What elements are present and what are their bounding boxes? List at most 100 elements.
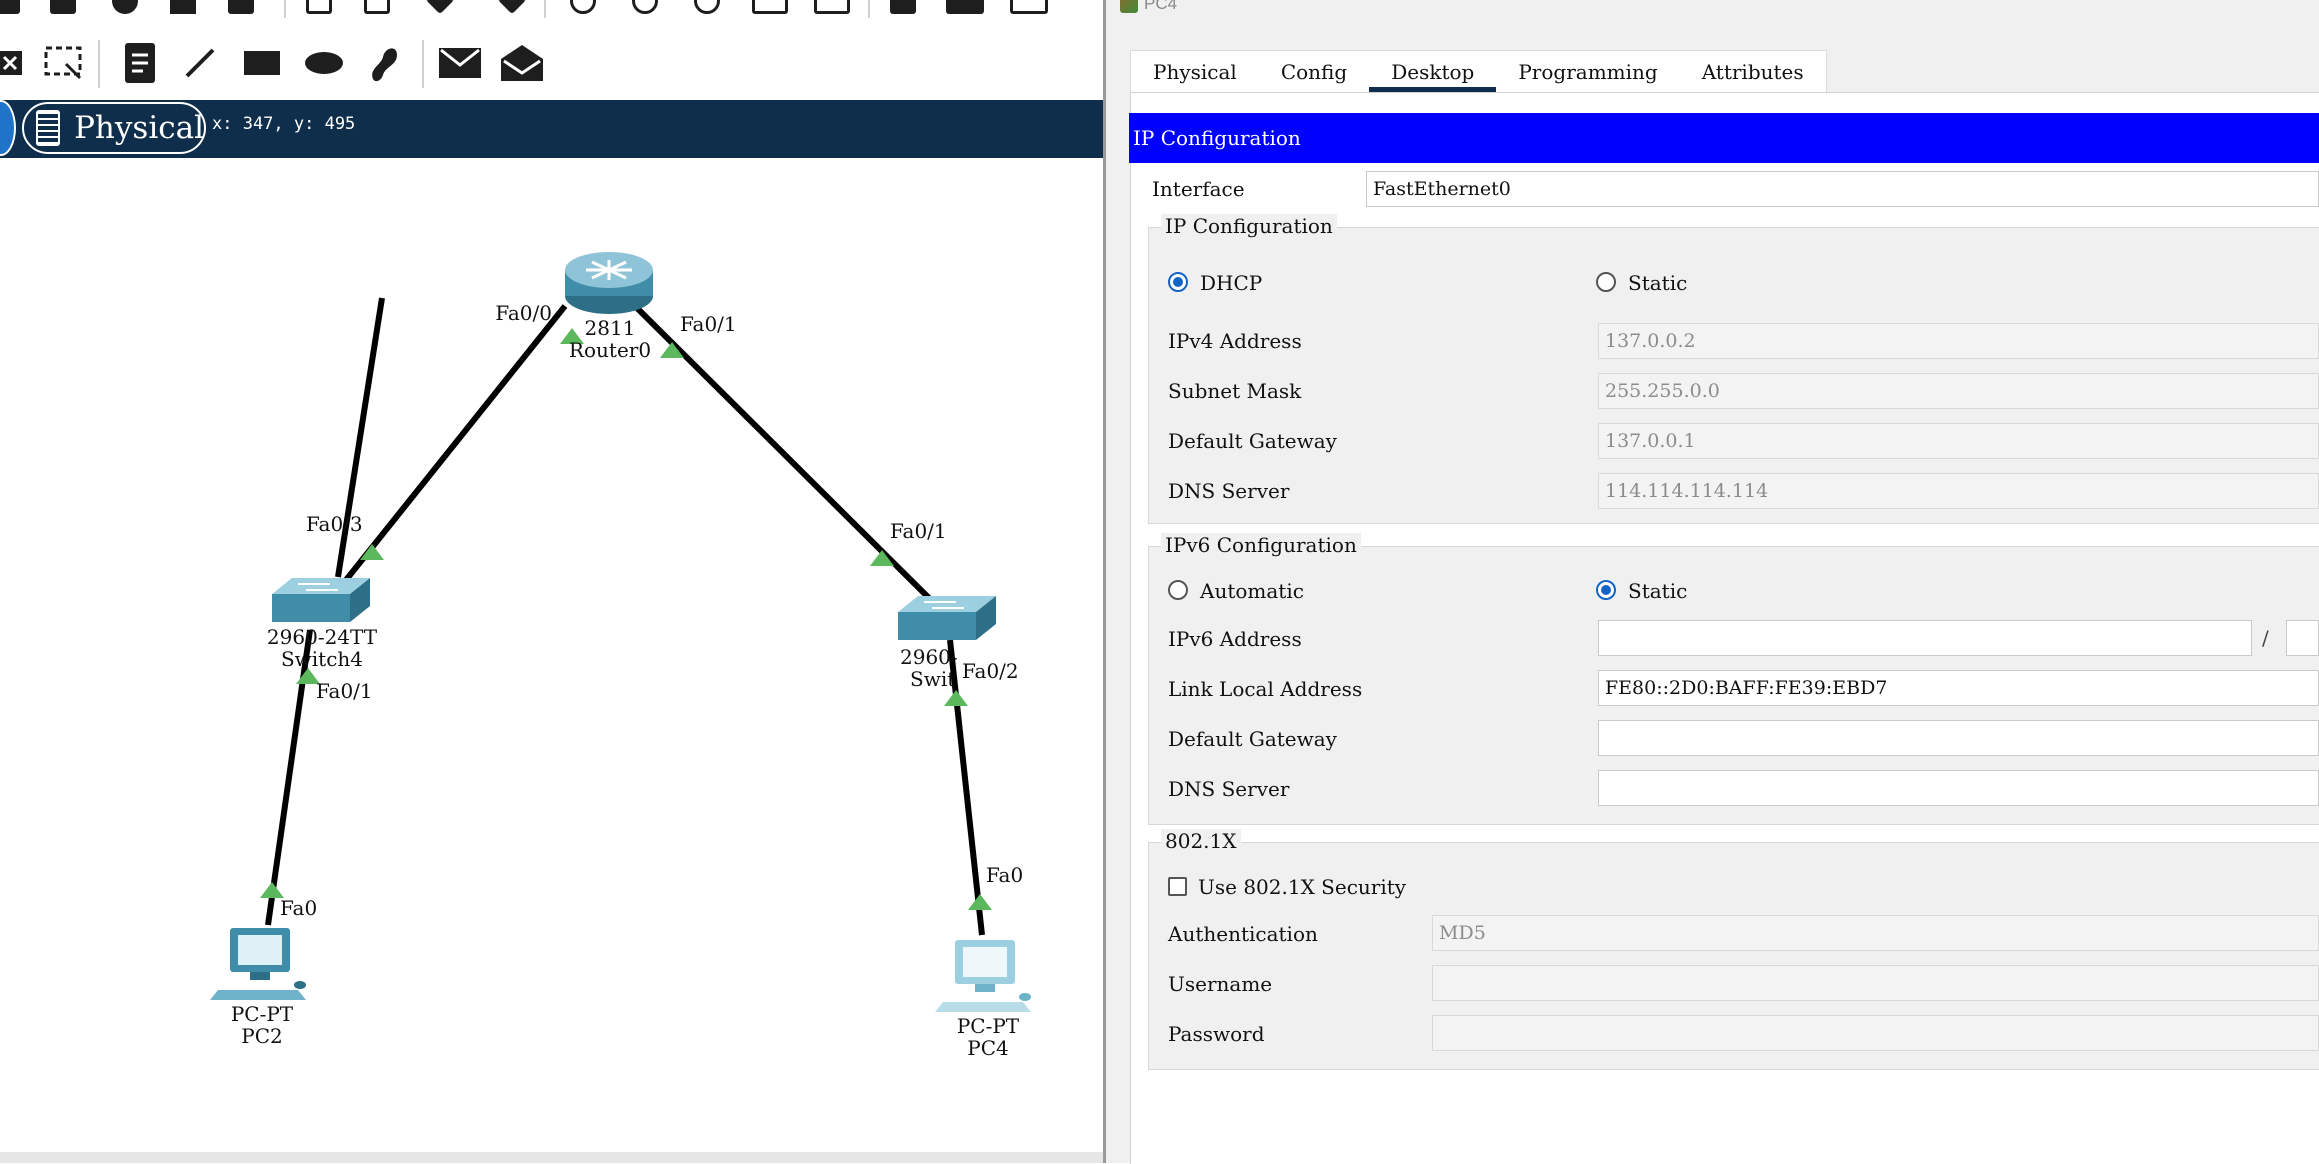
ipv6-address-field[interactable] [1598,620,2252,656]
tab-config[interactable]: Config [1259,51,1369,93]
prefix-separator: / [2262,626,2269,650]
tab-bar: Physical Config Desktop Programming Attr… [1130,50,1827,93]
main-toolbar [0,0,1105,18]
port-up-indicator [360,544,384,560]
physical-mode-button[interactable]: Physical [22,102,206,154]
drawing-toolbar [0,30,1105,101]
pc-model-label: PC-PT [957,1014,1020,1038]
zoom-out-icon[interactable] [694,0,720,14]
toolbar-icon[interactable] [0,0,20,14]
port-label: Fa0/1 [680,312,737,336]
info-icon[interactable] [112,0,138,14]
switch-name-label: Switch4 [281,647,363,671]
link-local-address-label: Link Local Address [1168,677,1363,701]
ipv6-dns-server-field[interactable] [1598,770,2319,806]
section-title: IP Configuration [1129,113,2319,163]
workspace-area: Physical x: 347, y: 495 2811 Router0 Fa0… [0,0,1105,1163]
note-tool-icon[interactable] [112,30,168,96]
subnet-mask-field[interactable]: 255.255.0.0 [1598,373,2319,409]
rack-icon [36,110,61,146]
static-ipv4-radio[interactable] [1596,272,1616,292]
switch-name-label: Swit [910,667,955,691]
ellipse-tool-icon[interactable] [296,30,352,96]
delete-tool-icon[interactable] [0,30,38,96]
tab-desktop[interactable]: Desktop [1369,51,1497,93]
zoom-in-icon[interactable] [570,0,596,14]
app-icon [1120,0,1138,13]
server-icon[interactable] [946,0,984,14]
port-label: Fa0/1 [316,679,373,703]
pc-icon[interactable] [935,940,1031,1012]
ipv6-group-title: IPv6 Configuration [1161,533,1361,557]
authentication-select[interactable]: MD5 [1432,915,2319,951]
palette-icon[interactable] [752,0,788,14]
switch-model-label: 2960- [900,645,958,669]
user-icon[interactable] [170,0,196,14]
static-ipv6-label: Static [1628,579,1688,603]
dns-server-field[interactable]: 114.114.114.114 [1598,473,2319,509]
dialog-title: PC4 [1144,0,1178,13]
undo-icon[interactable] [425,0,455,15]
zoom-reset-icon[interactable] [632,0,658,14]
username-field[interactable] [1432,965,2319,1001]
interface-select[interactable]: FastEthernet0 [1366,171,2319,207]
password-label: Password [1168,1022,1265,1046]
switch-icon[interactable] [898,596,996,640]
port-label: Fa0 [280,896,317,920]
copy-icon[interactable] [306,0,332,14]
port-label: Fa0/2 [962,659,1019,683]
password-field[interactable] [1432,1015,2319,1051]
select-tool-icon[interactable] [36,30,92,96]
toolbar-separator [544,0,546,18]
tab-attributes[interactable]: Attributes [1680,51,1826,93]
ipv6-default-gateway-field[interactable] [1598,720,2319,756]
router-name-label: Router0 [569,338,651,362]
username-label: Username [1168,972,1273,996]
subnet-mask-label: Subnet Mask [1168,379,1302,403]
pc-model-label: PC-PT [231,1002,294,1026]
custom-device-icon[interactable] [814,0,850,14]
paste-icon[interactable] [364,0,390,14]
switch-icon[interactable] [272,578,370,622]
link-router0-switch-right[interactable] [632,303,939,608]
cluster-icon[interactable] [890,0,916,14]
topology-canvas[interactable]: 2811 Router0 Fa0/0 Fa0/1 2960-24TT Switc… [0,158,1105,1158]
authentication-label: Authentication [1168,922,1318,946]
toolbar-separator [422,40,424,88]
port-up-indicator [944,690,968,706]
pc-icon[interactable] [210,928,306,1000]
ipv6-prefix-field[interactable] [2286,620,2319,656]
toolbar-separator [98,40,100,88]
redo-icon[interactable] [497,0,527,15]
router-icon[interactable] [565,252,653,314]
automatic-ipv6-radio[interactable] [1168,580,1188,600]
rectangle-tool-icon[interactable] [234,30,290,96]
physical-mode-label: Physical [74,110,204,146]
line-tool-icon[interactable] [172,30,228,96]
link-local-address-field[interactable]: FE80::2D0:BAFF:FE39:EBD7 [1598,670,2319,706]
ipv6-dns-server-label: DNS Server [1168,777,1290,801]
link-router0-switch4[interactable] [343,304,568,582]
use-dot1x-label: Use 802.1X Security [1198,875,1407,899]
default-gateway-field[interactable]: 137.0.0.1 [1598,423,2319,459]
network-icon[interactable] [228,0,254,14]
complex-pdu-icon[interactable] [494,30,550,96]
viewport-icon[interactable] [1010,0,1048,14]
toolbar-separator [284,0,286,18]
port-label: Fa0 [986,863,1023,887]
port-up-indicator [968,894,992,910]
ipv4-address-field[interactable]: 137.0.0.2 [1598,323,2319,359]
static-ipv6-radio[interactable] [1596,580,1616,600]
freeform-tool-icon[interactable] [356,30,412,96]
dialog-titlebar[interactable]: PC4 [1120,0,1177,16]
tab-physical[interactable]: Physical [1131,51,1259,93]
simple-pdu-icon[interactable] [432,30,488,96]
horizontal-scrollbar[interactable] [0,1152,1105,1163]
tab-programming[interactable]: Programming [1496,51,1679,93]
dhcp-radio[interactable] [1168,272,1188,292]
toolbar-separator [868,0,870,18]
use-dot1x-checkbox[interactable] [1168,877,1187,896]
router-model-label: 2811 [585,316,636,340]
toolbar-icon[interactable] [50,0,76,14]
pc-name-label: PC2 [241,1024,282,1048]
